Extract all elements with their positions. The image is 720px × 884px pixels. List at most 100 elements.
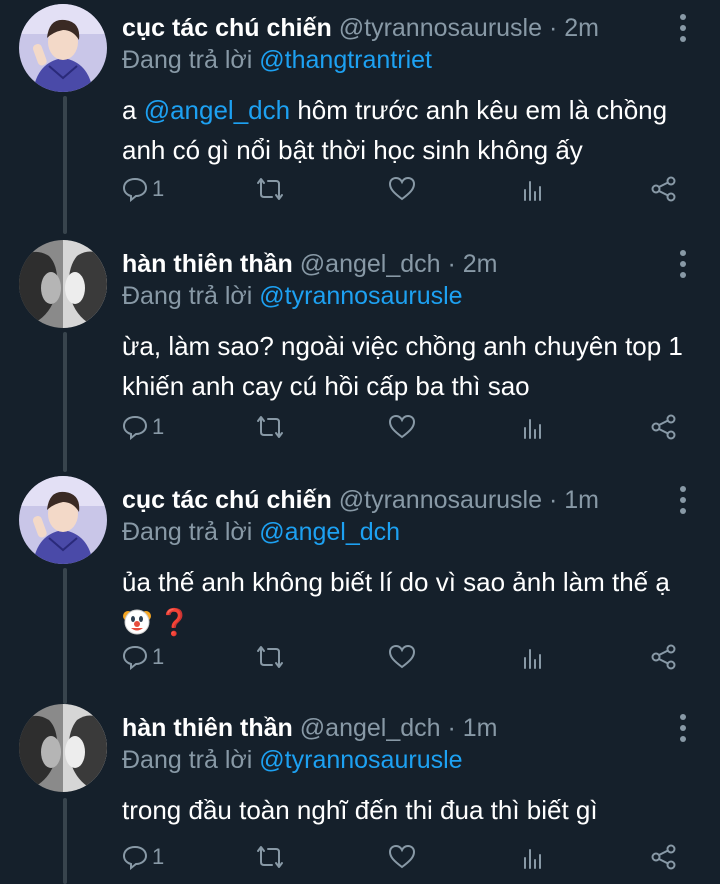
tweet[interactable]: cục tác chú chiến @tyrannosaurusle · 2m …	[0, 4, 720, 232]
tweet-text: trong đầu toàn nghĩ đến thi đua thì biết…	[122, 795, 598, 825]
user-handle[interactable]: @tyrannosaurusle	[339, 14, 542, 42]
more-vertical-icon[interactable]	[680, 14, 688, 42]
timestamp[interactable]: 2m	[463, 250, 498, 278]
replying-to: Đang trả lời @angel_dch	[122, 516, 400, 548]
replying-to-label: Đang trả lời	[122, 282, 253, 310]
like-button[interactable]	[388, 414, 416, 440]
user-handle[interactable]: @angel_dch	[300, 250, 441, 278]
reply-button[interactable]: 1	[122, 644, 164, 670]
tweet-text: a @angel_dch hôm trước anh kêu em là chồ…	[122, 90, 692, 170]
tweet-header: hàn thiên thần @angel_dch · 2m	[122, 248, 498, 280]
timestamp[interactable]: 1m	[463, 714, 498, 742]
reply-icon	[122, 845, 148, 870]
tweet[interactable]: cục tác chú chiến @tyrannosaurusle · 1m …	[0, 476, 720, 696]
retweet-icon	[257, 416, 283, 438]
tweet-text: ủa thế anh không biết lí do vì sao ảnh l…	[122, 562, 692, 642]
retweet-button[interactable]	[256, 644, 284, 670]
analytics-icon	[524, 849, 541, 869]
analytics-button[interactable]	[520, 644, 546, 670]
like-button[interactable]	[388, 844, 416, 870]
text-content: ủa thế anh không biết lí do vì sao ảnh l…	[122, 567, 670, 597]
replying-to: Đang trả lời @thangtrantriet	[122, 44, 432, 76]
reply-icon	[122, 415, 148, 440]
analytics-button[interactable]	[520, 844, 546, 870]
tweet-text: ừa, làm sao? ngoài việc chồng anh chuyên…	[122, 331, 683, 401]
heart-icon	[388, 414, 416, 439]
share-icon	[651, 176, 676, 202]
text-mention[interactable]: @angel_dch	[144, 95, 290, 125]
replying-to-label: Đang trả lời	[122, 518, 253, 546]
analytics-icon	[524, 649, 541, 669]
avatar[interactable]	[19, 4, 107, 92]
like-button[interactable]	[388, 644, 416, 670]
replying-to-mention[interactable]: @tyrannosaurusle	[259, 282, 462, 310]
timestamp[interactable]: 2m	[564, 14, 599, 42]
avatar[interactable]	[19, 240, 107, 328]
separator-dot: ·	[447, 714, 456, 742]
retweet-icon	[257, 178, 283, 200]
replying-to-mention[interactable]: @tyrannosaurusle	[259, 746, 462, 774]
user-handle[interactable]: @angel_dch	[300, 714, 441, 742]
timestamp[interactable]: 1m	[564, 486, 599, 514]
retweet-button[interactable]	[256, 176, 284, 202]
tweet-header: cục tác chú chiến @tyrannosaurusle · 1m	[122, 484, 599, 516]
analytics-button[interactable]	[520, 414, 546, 440]
heart-icon	[388, 176, 416, 201]
question-mark-emoji: ❓	[158, 607, 191, 637]
tweet[interactable]: hàn thiên thần @angel_dch · 2m Đang trả …	[0, 240, 720, 468]
display-name[interactable]: cục tác chú chiến	[122, 14, 332, 42]
replying-to-mention[interactable]: @angel_dch	[259, 518, 400, 546]
display-name[interactable]: hàn thiên thần	[122, 250, 293, 278]
tweet-header: hàn thiên thần @angel_dch · 1m	[122, 712, 498, 744]
reply-button[interactable]: 1	[122, 844, 164, 870]
heart-icon	[388, 844, 416, 869]
tweet[interactable]: hàn thiên thần @angel_dch · 1m Đang trả …	[0, 704, 720, 884]
avatar-image	[19, 704, 107, 792]
share-icon	[651, 844, 676, 870]
tweet-header: cục tác chú chiến @tyrannosaurusle · 2m	[122, 12, 599, 44]
display-name[interactable]: hàn thiên thần	[122, 714, 293, 742]
text-prefix: a	[122, 95, 137, 125]
reply-count: 1	[152, 414, 165, 439]
retweet-button[interactable]	[256, 414, 284, 440]
replying-to-label: Đang trả lời	[122, 46, 253, 74]
reply-count: 1	[152, 644, 165, 669]
retweet-button[interactable]	[256, 844, 284, 870]
replying-to: Đang trả lời @tyrannosaurusle	[122, 280, 463, 312]
avatar[interactable]	[19, 476, 107, 564]
avatar-image	[19, 4, 107, 92]
replying-to-label: Đang trả lời	[122, 746, 253, 774]
analytics-button[interactable]	[520, 176, 546, 202]
more-vertical-icon[interactable]	[680, 250, 688, 278]
reply-icon	[122, 645, 148, 670]
avatar-image	[19, 476, 107, 564]
separator-dot: ·	[548, 14, 558, 42]
tweet-actions: 1	[122, 176, 682, 210]
tweet-actions: 1	[122, 414, 682, 448]
avatar-image	[19, 240, 107, 328]
share-button[interactable]	[650, 644, 678, 670]
like-button[interactable]	[388, 176, 416, 202]
more-vertical-icon[interactable]	[680, 714, 688, 742]
reply-button[interactable]: 1	[122, 176, 164, 202]
analytics-icon	[524, 419, 541, 439]
avatar[interactable]	[19, 704, 107, 792]
share-icon	[651, 414, 676, 440]
more-vertical-icon[interactable]	[680, 486, 688, 514]
clown-face-icon	[123, 609, 151, 635]
share-icon	[651, 644, 676, 670]
retweet-icon	[257, 846, 283, 868]
share-button[interactable]	[650, 176, 678, 202]
replying-to-mention[interactable]: @thangtrantriet	[259, 46, 432, 74]
user-handle[interactable]: @tyrannosaurusle	[339, 486, 542, 514]
separator-dot: ·	[548, 486, 558, 514]
tweet-actions: 1	[122, 644, 682, 678]
share-button[interactable]	[650, 414, 678, 440]
reply-button[interactable]: 1	[122, 414, 164, 440]
display-name[interactable]: cục tác chú chiến	[122, 486, 332, 514]
reply-count: 1	[152, 844, 165, 869]
separator-dot: ·	[447, 250, 456, 278]
analytics-icon	[524, 181, 541, 201]
heart-icon	[388, 644, 416, 669]
share-button[interactable]	[650, 844, 678, 870]
